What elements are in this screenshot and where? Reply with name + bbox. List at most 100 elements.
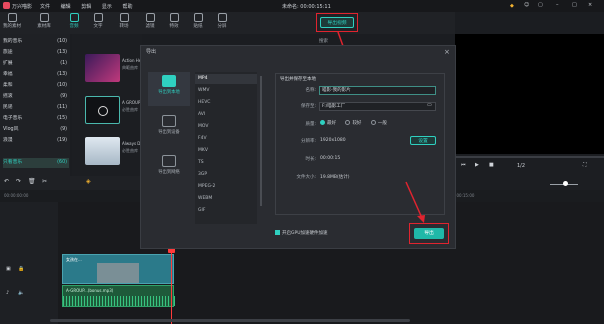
menu-view[interactable]: 显示 (102, 4, 112, 10)
notification-icon[interactable]: ▢ (538, 2, 543, 8)
quality-best[interactable]: 最好 (320, 120, 336, 126)
format-list: MP4 WMV HEVC AVI MOV F4V MKV TS 3GP MPEG… (195, 72, 257, 224)
sidebar-item-folk[interactable]: 民谣 (11) (3, 103, 69, 113)
format-item-mkv[interactable]: MKV (195, 146, 257, 156)
format-item-wmv[interactable]: WMV (195, 86, 257, 96)
settings-title: 导出并保存至本地 (280, 77, 316, 82)
menu-file[interactable]: 文件 (40, 4, 50, 10)
minimize-icon[interactable]: – (556, 2, 559, 8)
format-item-ts[interactable]: TS (195, 158, 257, 168)
settings-button[interactable]: 设置 (410, 136, 436, 145)
stop-icon[interactable]: ■ (489, 162, 494, 168)
media-panel: Action He... 典範曲库 A GROUP... 必胜曲库 Always… (72, 34, 145, 194)
export-target-local[interactable]: 导出到本地 (148, 72, 190, 106)
media-thumb-always[interactable] (85, 137, 120, 165)
tab-stickers[interactable]: 贴纸 (188, 13, 208, 29)
tab-media-library[interactable]: 素材库 (34, 13, 54, 29)
menu-clip[interactable]: 剪辑 (81, 4, 91, 10)
format-item-3gp[interactable]: 3GP (195, 170, 257, 180)
format-item-hevc[interactable]: HEVC (195, 98, 257, 108)
tab-split-screen[interactable]: 分屏 (212, 13, 232, 29)
sidebar-item-music-only[interactable]: 只看音乐 (60) (3, 158, 69, 168)
effects-icon (169, 13, 179, 22)
music-category-sidebar: 我的音乐 (10) 旅途 (13) 扩展 (1) 幸福 (13) 柔和 (10) 摇滚 (9… (0, 34, 70, 194)
cut-icon[interactable]: ✂ (42, 178, 47, 185)
menu-edit[interactable]: 编辑 (61, 4, 71, 10)
quality-better[interactable]: 较好 (345, 120, 361, 126)
device-icon (162, 115, 176, 127)
zoom-slider-handle[interactable] (563, 181, 568, 186)
sidebar-item-my-music[interactable]: 我的音乐 (10) (3, 37, 69, 47)
search-input[interactable]: 搜索 (319, 38, 328, 44)
maximize-icon[interactable]: □ (572, 2, 577, 8)
mute-icon[interactable]: 🔈 (18, 290, 24, 296)
tab-my-media[interactable]: 我的素材 (2, 13, 22, 29)
duration-value: 00:00:15 (320, 156, 341, 161)
timeline-scrollbar[interactable] (50, 319, 410, 322)
dialog-close-icon[interactable]: × (444, 48, 450, 56)
format-item-avi[interactable]: AVI (195, 110, 257, 120)
menu-help[interactable]: 帮助 (122, 4, 132, 10)
tab-audio[interactable]: 音频 (64, 13, 84, 29)
media-subtitle: 必胜曲库 (122, 148, 138, 153)
fullscreen-icon[interactable]: ⛶ (583, 162, 587, 168)
folder-browse-icon[interactable]: ▭ (427, 102, 432, 108)
sidebar-item-soft[interactable]: 柔和 (10) (3, 81, 69, 91)
ruler-time: 00:00:00:00 (4, 193, 29, 198)
format-item-gif[interactable]: GIF (195, 206, 257, 216)
sidebar-item-travel[interactable]: 旅途 (13) (3, 48, 69, 58)
close-icon[interactable]: × (588, 2, 592, 8)
annotation-arrow-bottom (405, 181, 425, 223)
duration-label: 时长: (305, 157, 316, 162)
preview-page: 1/2 (517, 163, 526, 169)
format-item-f4v[interactable]: F4V (195, 134, 257, 144)
video-clip[interactable]: 女孩在... (62, 254, 174, 284)
radio-icon (345, 120, 351, 125)
library-icon (39, 13, 49, 22)
tab-effects[interactable]: 特效 (164, 13, 184, 29)
name-input[interactable]: 喵影-我的影片 (319, 86, 436, 95)
tab-filters[interactable]: 滤镜 (140, 13, 160, 29)
sidebar-item-extension[interactable]: 扩展 (1) (3, 59, 69, 69)
user-icon[interactable]: ☺ (524, 2, 529, 8)
preview-window[interactable] (455, 34, 604, 154)
undo-icon[interactable]: ↶ (4, 178, 9, 185)
export-target-web[interactable]: 导出到网络 (148, 152, 190, 186)
lock-icon[interactable]: 🔒 (18, 266, 24, 272)
transition-icon (119, 13, 129, 22)
project-title: 未命名: 00:00:15:11 (282, 4, 331, 10)
export-target-device[interactable]: 导出到设备 (148, 112, 190, 146)
music-icon (69, 13, 79, 22)
sidebar-item-happy[interactable]: 幸福 (13) (3, 70, 69, 80)
prev-frame-icon[interactable]: ⏮ (461, 162, 466, 168)
media-thumb-agroup[interactable] (85, 96, 120, 124)
premium-icon[interactable]: ◆ (510, 3, 514, 9)
main-toolbar: 我的素材 素材库 音频 文字 转场 滤镜 特效 贴纸 分屏 (0, 12, 455, 34)
media-thumb-action[interactable] (85, 54, 120, 82)
quality-normal[interactable]: 一般 (370, 120, 387, 126)
video-track-icon: ▣ (6, 266, 11, 272)
sidebar-item-romantic[interactable]: 浪漫 (19) (3, 136, 69, 146)
playback-progress-track[interactable] (455, 156, 604, 158)
format-item-webm[interactable]: WEBM (195, 194, 257, 204)
tab-transitions[interactable]: 转场 (114, 13, 134, 29)
play-icon[interactable]: ▶ (475, 162, 479, 168)
tab-text[interactable]: 文字 (88, 13, 108, 29)
redo-icon[interactable]: ↷ (16, 178, 21, 185)
file-size-value: 19.8MB(估计) (320, 175, 350, 180)
highlight-box-export (409, 223, 449, 244)
path-input[interactable]: F:/喵影工厂 (319, 102, 436, 111)
audio-waveform (63, 296, 175, 306)
sidebar-item-electronic[interactable]: 电子音乐 (15) (3, 114, 69, 124)
audio-clip[interactable]: A-GROUP...(bonus.mp3) (62, 285, 175, 307)
delete-icon[interactable]: 🗑 (28, 178, 36, 185)
sidebar-item-rock[interactable]: 摇滚 (9) (3, 92, 69, 102)
file-size-label: 文件大小: (296, 175, 316, 180)
gpu-acceleration-option[interactable]: 开启GPU加速硬件加速 (275, 230, 328, 236)
color-icon[interactable]: ◈ (86, 178, 91, 185)
format-list-scrollbar[interactable] (260, 76, 262, 206)
format-item-mov[interactable]: MOV (195, 122, 257, 132)
format-item-mp4[interactable]: MP4 (195, 74, 257, 85)
sidebar-item-vlog[interactable]: Vlog风 (9) (3, 125, 69, 135)
format-item-mpeg2[interactable]: MPEG-2 (195, 182, 257, 192)
